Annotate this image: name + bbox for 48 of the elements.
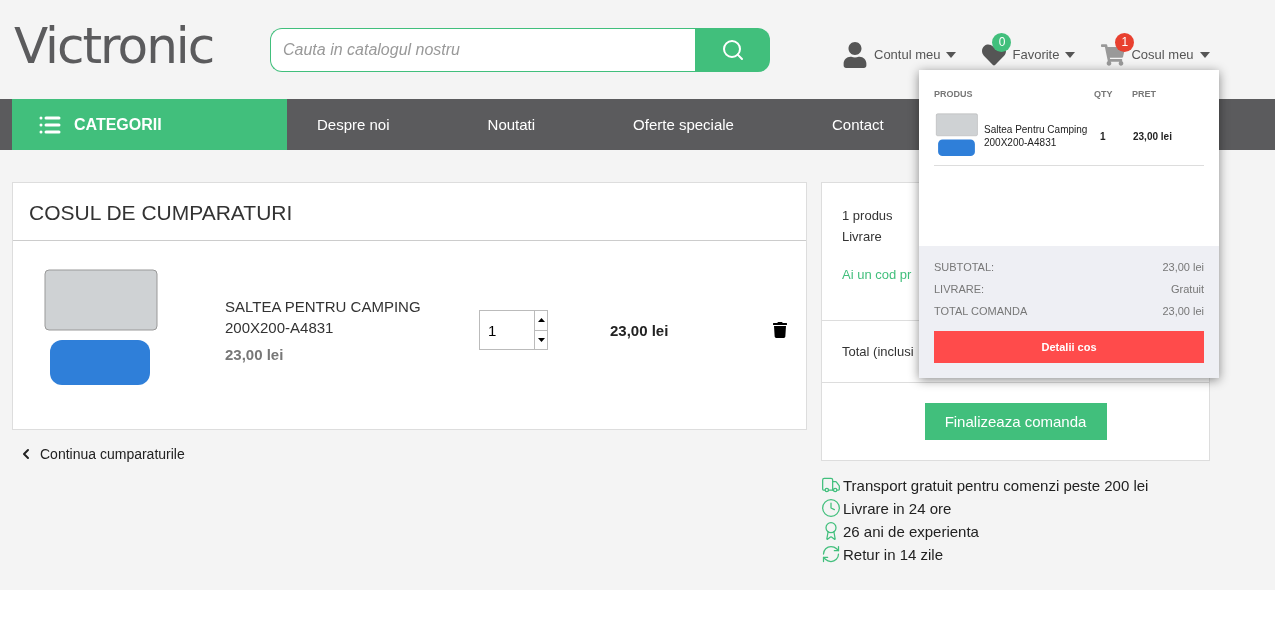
line-total: 23,00 lei xyxy=(610,321,670,339)
count-badge: 0 xyxy=(992,32,1012,52)
search-field[interactable]: Cauta in catalogul nostru xyxy=(270,27,695,72)
cart-title: COSUL DE CUMPARATURI xyxy=(13,183,806,241)
benefit-text: Livrare in 24 ore xyxy=(843,499,952,517)
product-name[interactable]: Saltea Pentru Camping 200X200-A4831 xyxy=(984,123,1100,149)
totals-value: 23,00 lei xyxy=(1162,305,1204,319)
account-menu-item[interactable]: 0 Favorite xyxy=(982,32,1076,67)
benefit-text: Transport gratuit pentru comenzi peste 200 lei xyxy=(843,476,1149,494)
continue-shopping-link[interactable]: Continua cumparaturile xyxy=(18,446,807,462)
trash-icon xyxy=(772,322,788,338)
totals-label: TOTAL COMANDA xyxy=(934,305,1028,319)
nav-link[interactable]: Oferte speciale xyxy=(603,99,764,150)
benefit-text: Retur in 14 zile xyxy=(843,545,944,563)
caret-icon xyxy=(1199,51,1210,58)
totals-label: SUBTOTAL: xyxy=(934,261,995,275)
quantity-field[interactable]: 1 xyxy=(479,310,548,350)
column-header: QTY xyxy=(1094,89,1114,99)
down-caret-icon xyxy=(537,337,545,342)
column-header: PRODUS xyxy=(934,89,974,99)
column-header: PRET xyxy=(1132,89,1157,99)
up-caret-icon xyxy=(537,318,545,323)
totals-value: 23,00 lei xyxy=(1162,261,1204,275)
summary-label: 1 produs xyxy=(842,207,894,225)
summary-label: Livrare xyxy=(842,228,883,246)
nav-link[interactable]: Despre noi xyxy=(287,99,420,150)
account-menu-item[interactable]: Contul meu xyxy=(842,31,957,68)
return-icon xyxy=(821,544,841,564)
product-photo-placeholder xyxy=(934,113,979,159)
price: 23,00 lei xyxy=(1133,130,1172,142)
caret-icon xyxy=(1065,51,1076,58)
totals-value: Gratuit xyxy=(1171,283,1204,297)
truck-icon xyxy=(821,475,841,495)
caret-icon xyxy=(946,51,957,58)
user-icon xyxy=(842,41,868,68)
clock-icon xyxy=(821,498,841,518)
product-name[interactable]: SALTEA PENTRU CAMPING 200X200-A4831 xyxy=(225,297,479,338)
account-menu-item[interactable]: 1 Cosul meu xyxy=(1101,32,1210,67)
nav-link[interactable]: Contact xyxy=(801,99,914,150)
benefit-text: 26 ani de experienta xyxy=(843,522,979,540)
quantity: 1 xyxy=(1100,130,1107,142)
totals-label: LIVRARE: xyxy=(934,283,985,297)
delete-button[interactable] xyxy=(772,322,788,338)
search-icon xyxy=(720,37,745,62)
nav-link[interactable]: Noutati xyxy=(457,99,566,150)
total-label: Total (inclusi xyxy=(842,343,914,361)
unit-price: 23,00 lei xyxy=(225,345,285,363)
victronic-logo[interactable]: Victronic xyxy=(12,15,212,84)
